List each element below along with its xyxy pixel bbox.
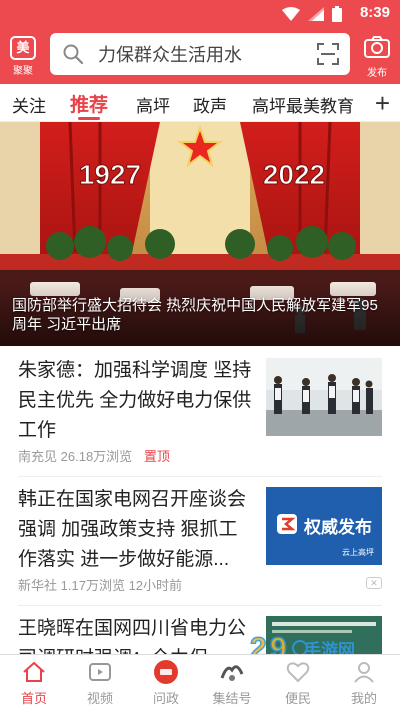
camera-icon xyxy=(364,36,390,58)
search-placeholder: 力保群众生活用水 xyxy=(98,45,242,65)
nav-profile-label: 我的 xyxy=(350,691,377,706)
profile-icon xyxy=(354,662,374,683)
battery-icon xyxy=(332,6,342,22)
nav-inquiry-label: 问政 xyxy=(152,691,179,706)
rally-icon xyxy=(220,665,244,681)
hero-banner[interactable]: 1927 2022 国防部举行盛大招待会 热烈庆祝中国人民解放军建军95周年 习… xyxy=(0,122,400,346)
nav-home-label: 首页 xyxy=(20,691,47,706)
bottom-navigation: 首页 视频 问政 集结号 便民 我的 xyxy=(0,654,400,711)
news-meta: 南充见 26.18万浏览 置顶 xyxy=(18,446,170,465)
news-source: 新华社 xyxy=(18,578,58,593)
hero-year-right: 2022 xyxy=(263,159,325,190)
thumb-headline: 权威发布 xyxy=(304,518,372,537)
nav-services-label: 便民 xyxy=(284,691,311,706)
search-icon xyxy=(63,44,84,65)
tab-follow[interactable]: 关注 xyxy=(12,92,46,117)
hero-caption: 国防部举行盛大招待会 热烈庆祝中国人民解放军建军95周年 习近平出席 xyxy=(12,297,378,333)
nav-video-label: 视频 xyxy=(86,691,113,706)
nav-services[interactable]: 便民 xyxy=(268,659,328,707)
search-bar[interactable]: 力保群众生活用水 xyxy=(50,33,350,75)
tab-education[interactable]: 高坪最美教育 xyxy=(252,92,354,117)
hero-year-left: 1927 xyxy=(79,159,141,190)
inquiry-icon xyxy=(154,660,178,684)
scan-icon[interactable] xyxy=(316,42,340,66)
news-title: 韩正在国家电网召开座谈会强调 加强政策支持 狠抓工作落实 进一步做好能源... xyxy=(18,489,247,570)
news-title: 朱家德：加强科学调度 坚持民主优先 全力做好电力保供工作 xyxy=(18,360,252,441)
news-time: 12小时前 xyxy=(128,578,183,593)
dismiss-icon[interactable]: ✕ xyxy=(366,577,382,589)
heart-icon xyxy=(286,662,310,683)
status-icons xyxy=(282,6,342,22)
channel-tabs: 关注 推荐 高坪 政声 高坪最美教育 + xyxy=(0,84,400,122)
news-thumbnail xyxy=(266,358,382,436)
news-thumbnail xyxy=(266,616,382,654)
status-bar: 8:39 xyxy=(0,0,400,28)
authority-logo-icon xyxy=(277,514,297,534)
active-tab-indicator xyxy=(78,117,100,120)
news-thumbnail: 权威发布 云上高坪 xyxy=(266,487,382,565)
news-item[interactable]: 朱家德：加强科学调度 坚持民主优先 全力做好电力保供工作 南充见 26.18万浏… xyxy=(0,346,400,476)
nav-home[interactable]: 首页 xyxy=(4,659,64,707)
publish-label: 发布 xyxy=(367,68,387,79)
tab-recommend[interactable]: 推荐 xyxy=(70,90,108,117)
news-views: 26.18万浏览 xyxy=(60,449,133,464)
tab-gaoping[interactable]: 高坪 xyxy=(136,92,170,117)
nav-video[interactable]: 视频 xyxy=(70,659,130,707)
home-icon xyxy=(23,661,45,682)
nav-inquiry[interactable]: 问政 xyxy=(136,659,196,707)
add-channel-icon[interactable]: + xyxy=(375,88,390,119)
news-item[interactable]: 王晓晖在国网四川省电力公司调研时强调：全力保 xyxy=(0,606,400,654)
video-icon xyxy=(89,663,111,681)
status-time: 8:39 xyxy=(359,4,390,21)
news-meta: 新华社 1.17万浏览 12小时前 xyxy=(18,575,182,594)
nav-rally-label: 集结号 xyxy=(212,691,252,706)
news-item[interactable]: 韩正在国家电网召开座谈会强调 加强政策支持 狠抓工作落实 进一步做好能源... … xyxy=(0,477,400,605)
logo-glyph: 美 xyxy=(10,36,36,60)
app-header: 8:39 美 聚聚 力保群众生活用水 发布 xyxy=(0,0,400,84)
news-views: 1.17万浏览 xyxy=(60,578,125,593)
pinned-badge: 置顶 xyxy=(143,449,170,464)
signal-icon xyxy=(308,7,324,21)
news-source: 南充见 xyxy=(18,449,58,464)
wifi-icon xyxy=(282,7,300,21)
nav-rally[interactable]: 集结号 xyxy=(202,659,262,707)
thumb-subtitle: 云上高坪 xyxy=(342,548,374,557)
tab-zhengsheng[interactable]: 政声 xyxy=(193,92,227,117)
nav-profile[interactable]: 我的 xyxy=(334,659,394,707)
logo-caption: 聚聚 xyxy=(13,66,33,77)
app-logo[interactable]: 美 聚聚 xyxy=(8,36,38,78)
publish-button[interactable]: 发布 xyxy=(360,36,394,79)
news-title: 王晓晖在国网四川省电力公司调研时强调：全力保 xyxy=(18,618,247,654)
